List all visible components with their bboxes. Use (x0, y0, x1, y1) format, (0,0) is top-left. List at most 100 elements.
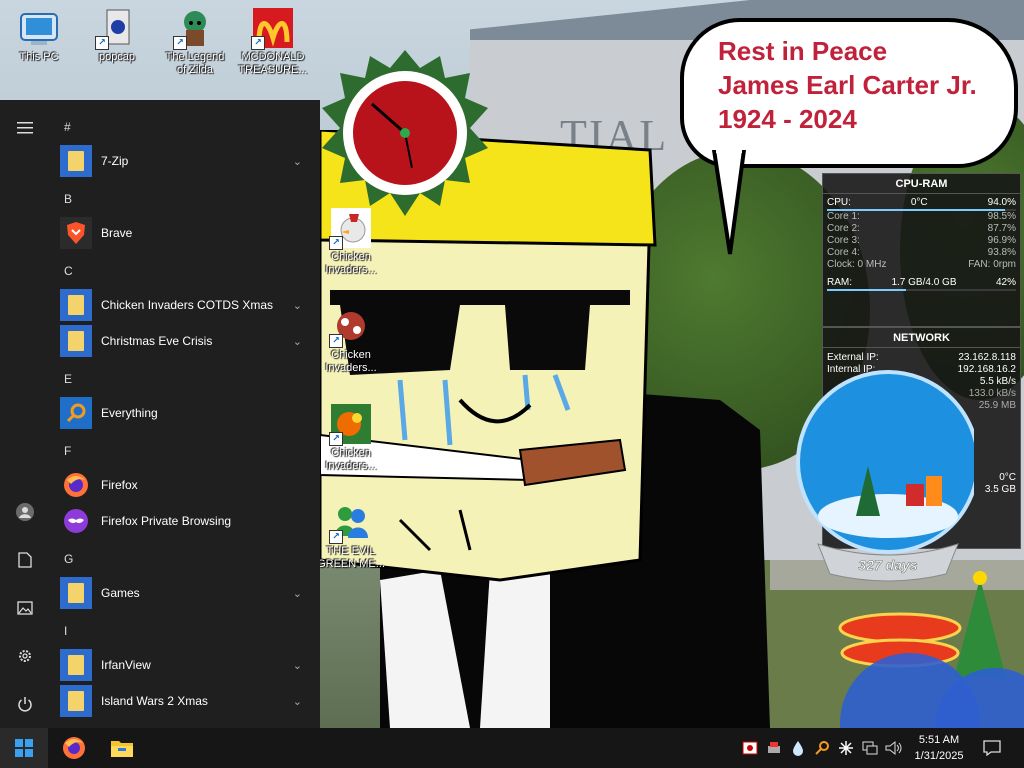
app-label: Firefox Private Browsing (101, 514, 232, 528)
power-button[interactable] (0, 684, 50, 724)
taskbar-clock[interactable]: 5:51 AM 1/31/2025 (908, 732, 970, 764)
section-header[interactable]: E (64, 372, 72, 386)
tray-app-icon[interactable] (836, 738, 856, 758)
start-button[interactable] (0, 728, 48, 768)
app-item[interactable]: Firefox (60, 468, 314, 502)
external-ip-label: External IP: (827, 352, 879, 363)
app-item[interactable]: Christmas Eve Crisis ⌄ (60, 324, 314, 358)
snowflake-icon (839, 741, 853, 755)
ram-label: RAM: (827, 277, 852, 288)
windows-logo-icon (15, 739, 33, 757)
core-value: 98.5% (987, 211, 1016, 222)
net-temp: 0°C (999, 472, 1016, 483)
documents-button[interactable] (0, 540, 50, 580)
firefox-private-icon (60, 505, 92, 537)
app-item[interactable]: Brave (60, 216, 314, 250)
section-header[interactable]: # (64, 120, 71, 134)
tray-app-icon[interactable] (740, 738, 760, 758)
chicken-invaders-icon: ↗ (329, 306, 371, 348)
bubble-line-2: James Earl Carter Jr. (718, 70, 977, 100)
start-menu: # 7-Zip ⌄ B Brave C Chicken Invaders COT… (0, 100, 320, 728)
folder-icon (60, 577, 92, 609)
tray-network-icon[interactable] (860, 738, 880, 758)
core-label: Core 1: (827, 211, 860, 222)
core-value: 87.7% (987, 223, 1016, 234)
desktop-icon-this-pc[interactable]: This PC (4, 6, 74, 64)
desktop-icon-zilda[interactable]: ↗ The Legend of Zilda (160, 6, 230, 77)
globe-gift (926, 476, 942, 506)
everything-icon (60, 397, 92, 429)
icon-label: popcap (98, 51, 136, 63)
desktop-icon-chicken-invaders-2[interactable]: ↗ Chicken Invaders... (316, 304, 386, 375)
total-transfer: 25.9 MB (978, 400, 1016, 411)
notification-icon (983, 740, 1001, 756)
desktop-icon-mcdonalds[interactable]: ↗ MCDONALD TREASURE... (238, 6, 308, 77)
app-item[interactable]: Chicken Invaders COTDS Xmas ⌄ (60, 288, 314, 322)
hamburger-icon (17, 122, 33, 134)
settings-button[interactable] (0, 636, 50, 676)
zilda-icon: ↗ (173, 8, 215, 50)
app-item[interactable]: Games ⌄ (60, 576, 314, 610)
app-item[interactable]: Firefox Private Browsing (60, 504, 314, 538)
taskbar-time: 5:51 AM (918, 734, 960, 746)
app-item[interactable]: 7-Zip ⌄ (60, 144, 314, 178)
tray-volume-icon[interactable] (884, 738, 904, 758)
tray-app-icon[interactable] (764, 738, 784, 758)
section-header[interactable]: I (64, 624, 67, 638)
taskbar-firefox-button[interactable] (50, 728, 98, 768)
chicken-invaders-icon: ↗ (329, 208, 371, 250)
document-icon (18, 552, 32, 568)
core-label: Core 2: (827, 223, 860, 234)
cpu-percent: 94.0% (987, 197, 1016, 208)
tray-everything-icon[interactable] (812, 738, 832, 758)
pictures-button[interactable] (0, 588, 50, 628)
mcdonalds-icon: ↗ (251, 8, 293, 50)
section-header[interactable]: B (64, 192, 72, 206)
water-drop-icon (793, 741, 803, 756)
cpu-ram-gadget[interactable]: CPU-RAM CPU: 0°C 94.0% Core 1: 98.5% Core… (822, 173, 1021, 327)
expand-menu-button[interactable] (0, 108, 50, 148)
app-label: IrfanView (101, 658, 151, 672)
account-button[interactable] (0, 492, 50, 532)
bubble-line-1: Rest in Peace (718, 36, 888, 66)
chevron-down-icon: ⌄ (292, 695, 302, 708)
ram-used: 1.7 GB/4.0 GB (891, 277, 957, 288)
cpu-clock: Clock: 0 MHz (827, 259, 887, 270)
icon-label: This PC (19, 51, 59, 63)
app-item[interactable]: Everything (60, 396, 314, 430)
action-center-button[interactable] (981, 738, 1003, 758)
firefox-icon (63, 737, 85, 759)
app-item[interactable]: IrfanView ⌄ (60, 648, 314, 682)
chicken-invaders-icon: ↗ (329, 404, 371, 446)
app-item[interactable]: Island Wars 2 Xmas ⌄ (60, 684, 314, 718)
app-label: Firefox (101, 478, 138, 492)
search-icon (815, 741, 829, 755)
folder-icon (60, 289, 92, 321)
app-list: # 7-Zip ⌄ B Brave C Chicken Invaders COT… (50, 100, 320, 728)
start-rail (0, 100, 50, 728)
folder-icon (60, 145, 92, 177)
app-label: Brave (101, 226, 133, 240)
section-header[interactable]: G (64, 552, 73, 566)
icon-label: MCDONALD TREASURE... (238, 51, 308, 76)
desktop-icon-popcap[interactable]: ↗ popcap (82, 6, 152, 64)
christmas-clock-gadget[interactable] (320, 48, 490, 218)
desktop-icon-evil-green-messenger[interactable]: ↗ THE EVIL GREEN ME... (316, 500, 386, 571)
chevron-down-icon: ⌄ (292, 299, 302, 312)
desktop-icon-chicken-invaders-3[interactable]: ↗ Chicken Invaders... (316, 402, 386, 473)
taskbar-date: 1/31/2025 (914, 750, 964, 762)
desktop-icon-chicken-invaders-1[interactable]: ↗ Chicken Invaders... (316, 206, 386, 277)
section-header[interactable]: C (64, 264, 73, 278)
app-label: Island Wars 2 Xmas (101, 694, 208, 708)
ram-bar (827, 289, 1016, 291)
section-header[interactable]: F (64, 444, 71, 458)
icon-label: The Legend of Zilda (165, 51, 225, 76)
taskbar-file-explorer-button[interactable] (98, 728, 146, 768)
ram-percent: 42% (995, 277, 1016, 288)
taskbar: 5:51 AM 1/31/2025 (0, 728, 1024, 768)
brave-icon (60, 217, 92, 249)
firefox-icon (60, 469, 92, 501)
snow-globe-gadget[interactable]: 327 days (796, 366, 974, 588)
messenger-icon: ↗ (329, 502, 371, 544)
tray-app-icon[interactable] (788, 738, 808, 758)
